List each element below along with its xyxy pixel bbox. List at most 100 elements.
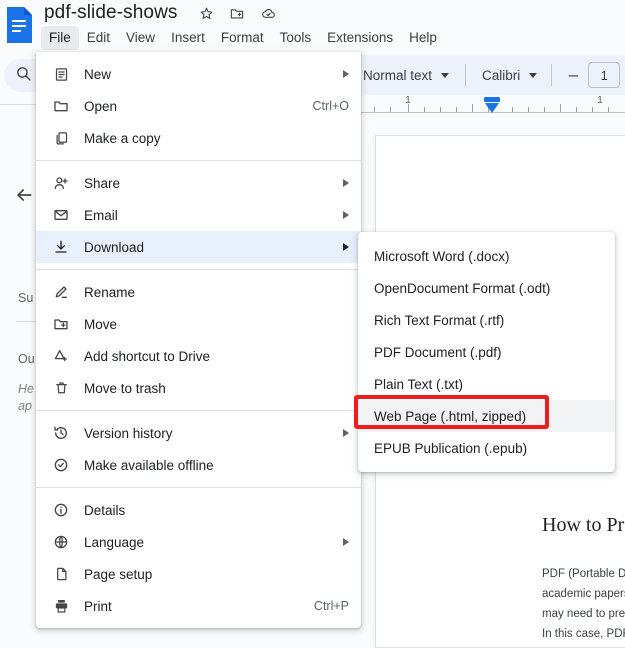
menu-item-label: Make available offline <box>84 457 214 473</box>
globe-icon <box>50 532 72 552</box>
menu-item-email[interactable]: Email <box>36 199 361 231</box>
menu-item-rename[interactable]: Rename <box>36 276 361 308</box>
menubar-item-help[interactable]: Help <box>401 26 445 50</box>
ruler-tick-label: 1 <box>405 95 411 106</box>
menu-item-make-a-copy[interactable]: Make a copy <box>36 122 361 154</box>
paragraph-style-value: Normal text <box>363 67 433 83</box>
toolbar-divider <box>551 64 553 86</box>
app-header: pdf-slide-shows File Edit View Insert Fo… <box>0 0 625 55</box>
chevron-down-icon <box>529 72 538 78</box>
decrease-font-size-button[interactable]: – <box>560 62 586 88</box>
menu-bar: File Edit View Insert Format Tools Exten… <box>41 25 445 51</box>
menu-item-label: Add shortcut to Drive <box>84 348 211 364</box>
pencil-icon <box>50 282 72 302</box>
menu-item-label: Move <box>84 316 118 332</box>
google-docs-logo <box>5 6 33 44</box>
copy-icon <box>50 128 72 148</box>
menu-item-page-setup[interactable]: Page setup <box>36 558 361 590</box>
ruler-tick-label: 1 <box>597 95 603 106</box>
font-family-dropdown[interactable]: Calibri <box>482 67 538 83</box>
move-to-folder-icon[interactable] <box>227 3 247 23</box>
horizontal-ruler[interactable]: 1 1 <box>360 95 625 117</box>
menubar-item-format[interactable]: Format <box>213 26 272 50</box>
menu-item-label: Version history <box>84 425 173 441</box>
chevron-right-icon <box>343 243 349 251</box>
menu-separator <box>36 487 361 488</box>
outline-summary-label: Su <box>18 291 34 305</box>
document-body-line: may need to present <box>542 608 625 620</box>
menu-item-new[interactable]: New <box>36 58 361 90</box>
menu-item-print[interactable]: Print Ctrl+P <box>36 590 361 622</box>
envelope-icon <box>50 205 72 225</box>
menu-item-details[interactable]: Details <box>36 494 361 526</box>
menu-item-label: Move to trash <box>84 380 166 396</box>
menu-item-label: Email <box>84 207 118 223</box>
submenu-item-odt[interactable]: OpenDocument Format (.odt) <box>358 272 615 304</box>
menu-item-label: Page setup <box>84 566 153 582</box>
folder-icon <box>50 96 72 116</box>
search-icon <box>15 65 32 87</box>
menu-item-label: Details <box>84 502 126 518</box>
menubar-item-view[interactable]: View <box>118 26 163 50</box>
menu-item-label: Share <box>84 175 121 191</box>
chevron-right-icon <box>343 538 349 546</box>
paragraph-style-dropdown[interactable]: Normal text <box>363 67 450 83</box>
menu-item-open[interactable]: Open Ctrl+O <box>36 90 361 122</box>
menu-item-make-available-offline[interactable]: Make available offline <box>36 449 361 481</box>
menu-item-label: Download <box>84 239 145 255</box>
offline-check-icon <box>50 455 72 475</box>
menu-item-download[interactable]: Download <box>36 231 361 263</box>
printer-icon <box>50 596 72 616</box>
submenu-item-epub[interactable]: EPUB Publication (.epub) <box>358 432 615 464</box>
chevron-right-icon <box>343 429 349 437</box>
submenu-item-html-zipped[interactable]: Web Page (.html, zipped) <box>358 400 615 432</box>
page-icon <box>50 564 72 584</box>
menu-item-label: Open <box>84 98 118 114</box>
menu-item-share[interactable]: Share <box>36 167 361 199</box>
font-size-input[interactable]: 1 <box>588 62 621 88</box>
submenu-item-docx[interactable]: Microsoft Word (.docx) <box>358 240 615 272</box>
document-title[interactable]: pdf-slide-shows <box>44 2 178 24</box>
trash-icon <box>50 378 72 398</box>
document-body-line: academic papers, jou <box>542 588 625 600</box>
star-icon[interactable] <box>196 3 216 23</box>
menu-item-language[interactable]: Language <box>36 526 361 558</box>
submenu-item-pdf[interactable]: PDF Document (.pdf) <box>358 336 615 368</box>
google-docs-window: pdf-slide-shows File Edit View Insert Fo… <box>0 0 625 648</box>
menubar-item-edit[interactable]: Edit <box>79 26 118 50</box>
toolbar-divider <box>465 64 467 86</box>
font-family-value: Calibri <box>482 67 521 83</box>
move-icon <box>50 314 72 334</box>
outline-hint-text: He ap <box>18 381 34 415</box>
back-arrow-icon[interactable] <box>14 185 34 210</box>
left-rail: Su Ou He ap <box>0 55 50 648</box>
menu-item-version-history[interactable]: Version history <box>36 417 361 449</box>
outline-heading-label: Ou <box>18 352 35 366</box>
menubar-item-file[interactable]: File <box>41 26 79 50</box>
new-doc-icon <box>50 64 72 84</box>
menu-item-move[interactable]: Move <box>36 308 361 340</box>
outline-panel: Su Ou He ap <box>0 105 41 648</box>
menubar-item-tools[interactable]: Tools <box>272 26 320 50</box>
info-icon <box>50 500 72 520</box>
outline-hint-line-2: ap <box>18 399 32 413</box>
document-body-line: you will be familiar v <box>542 644 625 647</box>
menu-item-move-to-trash[interactable]: Move to trash <box>36 372 361 404</box>
menu-item-add-shortcut-to-drive[interactable]: Add shortcut to Drive <box>36 340 361 372</box>
menubar-item-extensions[interactable]: Extensions <box>319 26 401 50</box>
menu-item-label: Rename <box>84 284 136 300</box>
cloud-saved-icon[interactable] <box>258 3 278 23</box>
history-icon <box>50 423 72 443</box>
submenu-item-txt[interactable]: Plain Text (.txt) <box>358 368 615 400</box>
menu-item-label: Language <box>84 534 145 550</box>
chevron-down-icon <box>441 72 450 78</box>
drive-add-icon <box>50 346 72 366</box>
chevron-right-icon <box>343 179 349 187</box>
chevron-right-icon <box>343 211 349 219</box>
document-heading: How to Prese <box>542 514 625 536</box>
person-add-icon <box>50 173 72 193</box>
menu-item-shortcut: Ctrl+P <box>313 599 349 613</box>
menubar-item-insert[interactable]: Insert <box>163 26 213 50</box>
submenu-item-rtf[interactable]: Rich Text Format (.rtf) <box>358 304 615 336</box>
file-menu-popup: New Open Ctrl+O Make a copy Share Email … <box>36 52 361 628</box>
